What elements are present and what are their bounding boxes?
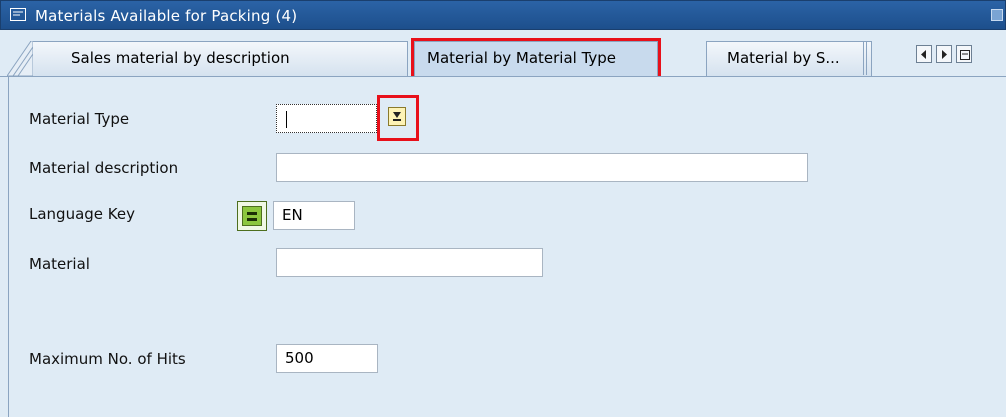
language-key-value: EN (282, 206, 303, 224)
tab-label: Material by S... (727, 49, 840, 67)
max-hits-label: Maximum No. of Hits (29, 350, 186, 368)
value-help-icon (388, 107, 406, 126)
window-menu-icon[interactable] (10, 8, 26, 21)
language-key-label: Language Key (29, 205, 135, 223)
value-help-button[interactable] (377, 95, 419, 141)
material-input[interactable] (276, 248, 543, 277)
material-label: Material (29, 255, 90, 273)
dialog-title: Materials Available for Packing (4) (35, 7, 298, 25)
material-type-input[interactable] (276, 104, 377, 133)
tab-material-by-material-type[interactable]: Material by Material Type (411, 38, 661, 79)
max-hits-input[interactable]: 500 (276, 344, 378, 373)
tab-material-by-s[interactable]: Material by S... (706, 41, 872, 76)
material-description-input[interactable] (276, 153, 808, 182)
selection-option-button[interactable] (237, 201, 267, 231)
max-hits-value: 500 (285, 349, 314, 367)
equals-option-icon (242, 206, 262, 226)
tab-strip-edge (863, 42, 867, 75)
material-description-label: Material description (29, 159, 179, 177)
scroll-right-icon[interactable] (936, 45, 952, 63)
material-type-label: Material Type (29, 110, 130, 128)
tab-sales-material-by-description[interactable]: Sales material by description (7, 41, 408, 77)
scroll-left-icon[interactable] (916, 45, 932, 63)
tab-edge-decoration (7, 41, 33, 77)
language-key-input[interactable]: EN (273, 201, 355, 230)
tab-list-icon[interactable] (956, 45, 972, 63)
close-icon[interactable] (991, 9, 1003, 21)
text-cursor (286, 111, 287, 128)
tab-label: Sales material by description (71, 49, 290, 67)
dialog-titlebar: Materials Available for Packing (4) (0, 0, 1006, 30)
tab-label: Material by Material Type (427, 49, 617, 67)
